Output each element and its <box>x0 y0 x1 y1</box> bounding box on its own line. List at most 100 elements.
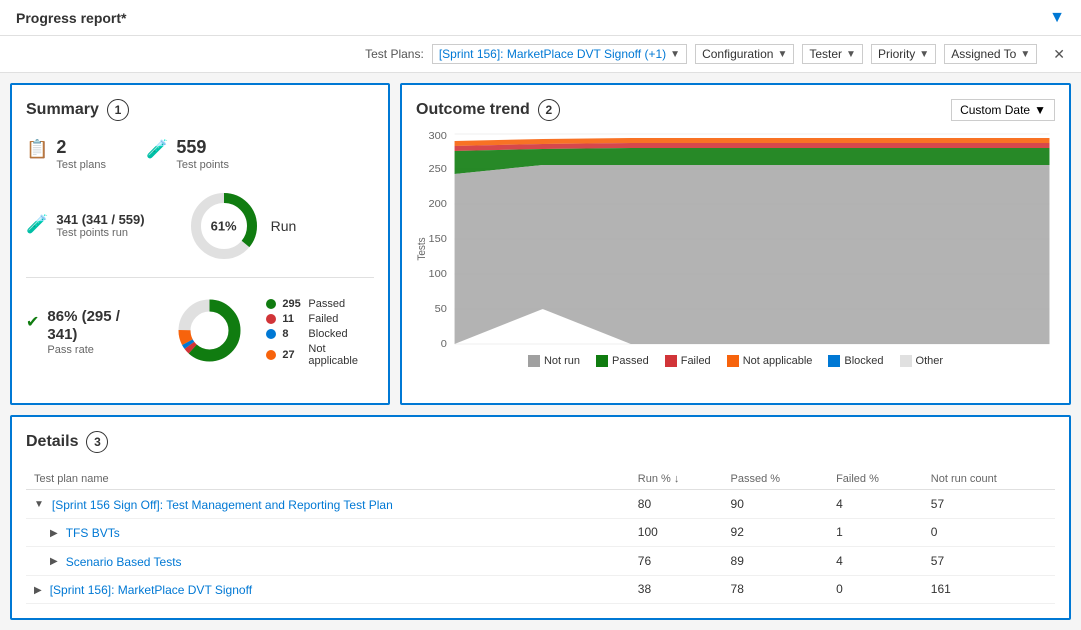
test-plans-value: [Sprint 156]: MarketPlace DVT Signoff (+… <box>439 47 666 61</box>
chart-legend-label: Blocked <box>844 355 883 367</box>
chart-legend-rect <box>596 355 608 367</box>
svg-text:300: 300 <box>428 130 447 141</box>
trend-chart: 0 50 100 150 200 250 300 Tests <box>416 129 1055 349</box>
row-name-link[interactable]: [Sprint 156]: MarketPlace DVT Signoff <box>50 583 252 597</box>
row-failed_pct-cell: 4 <box>828 490 923 519</box>
configuration-filter[interactable]: Configuration ▼ <box>695 44 794 64</box>
tester-chevron: ▼ <box>846 49 856 60</box>
details-number: 3 <box>86 431 108 453</box>
legend-dot <box>266 314 276 324</box>
svg-text:200: 200 <box>428 198 447 209</box>
details-panel: Details 3 Test plan nameRun % ↓Passed %F… <box>10 415 1071 620</box>
svg-text:Tests: Tests <box>416 237 428 260</box>
legend-count: 27 <box>282 349 302 361</box>
custom-date-button[interactable]: Custom Date ▼ <box>951 99 1055 121</box>
row-expand-icon[interactable]: ▶ <box>50 556 58 567</box>
outcome-header: Outcome trend 2 Custom Date ▼ <box>416 99 1055 121</box>
summary-bottom: ✔ 86% (295 / 341) Pass rate <box>26 298 374 367</box>
priority-filter[interactable]: Priority ▼ <box>871 44 936 64</box>
filter-bar: Test Plans: [Sprint 156]: MarketPlace DV… <box>0 36 1081 73</box>
details-column-header: Test plan name <box>26 469 630 490</box>
details-column-header: Not run count <box>923 469 1055 490</box>
legend-dot <box>266 329 276 339</box>
row-name-cell[interactable]: ▶ TFS BVTs <box>26 518 630 547</box>
custom-date-chevron: ▼ <box>1034 103 1046 117</box>
run-icon: 🧪 <box>26 214 48 235</box>
row-not_run-cell: 0 <box>923 518 1055 547</box>
assigned-to-filter[interactable]: Assigned To ▼ <box>944 44 1037 64</box>
tester-filter[interactable]: Tester ▼ <box>802 44 863 64</box>
row-expand-icon[interactable]: ▶ <box>50 528 58 539</box>
row-expand-icon[interactable]: ▶ <box>34 585 42 596</box>
chart-legend-item: Passed <box>596 355 649 367</box>
row-not_run-cell: 57 <box>923 547 1055 576</box>
chart-legend-item: Failed <box>665 355 711 367</box>
summary-title: Summary <box>26 101 99 119</box>
legend-count: 11 <box>282 313 302 325</box>
row-run_pct-cell: 76 <box>630 547 723 576</box>
top-row: Summary 1 📋 2 Test plans 🧪 559 Test poin… <box>10 83 1071 405</box>
configuration-label: Configuration <box>702 47 773 61</box>
row-passed_pct-cell: 90 <box>723 490 829 519</box>
summary-stats: 📋 2 Test plans 🧪 559 Test points <box>26 137 374 171</box>
legend-item: 8 Blocked <box>266 328 374 340</box>
row-run_pct-cell: 80 <box>630 490 723 519</box>
legend-label: Not applicable <box>308 343 374 367</box>
main-content: Summary 1 📋 2 Test plans 🧪 559 Test poin… <box>0 73 1081 630</box>
chart-legend-label: Not applicable <box>743 355 813 367</box>
legend-label: Failed <box>308 313 338 325</box>
row-passed_pct-cell: 78 <box>723 575 829 604</box>
svg-text:0: 0 <box>441 338 447 349</box>
svg-text:250: 250 <box>428 163 447 174</box>
pass-stat: ✔ 86% (295 / 341) Pass rate <box>26 308 149 356</box>
filter-close-button[interactable]: ✕ <box>1053 46 1065 63</box>
row-passed_pct-cell: 89 <box>723 547 829 576</box>
legend-dot <box>266 299 276 309</box>
legend-count: 8 <box>282 328 302 340</box>
row-passed_pct-cell: 92 <box>723 518 829 547</box>
chart-area: 0 50 100 150 200 250 300 Tests <box>416 129 1055 349</box>
app-title: Progress report* <box>16 10 126 26</box>
chart-legend-item: Not applicable <box>727 355 813 367</box>
row-name-link[interactable]: TFS BVTs <box>66 526 120 540</box>
summary-panel: Summary 1 📋 2 Test plans 🧪 559 Test poin… <box>10 83 390 405</box>
test-plans-chevron: ▼ <box>670 49 680 60</box>
svg-text:50: 50 <box>435 303 447 314</box>
test-plans-filter[interactable]: [Sprint 156]: MarketPlace DVT Signoff (+… <box>432 44 687 64</box>
row-expand-icon[interactable]: ▼ <box>34 499 44 510</box>
filter-icon[interactable]: ▼ <box>1049 9 1065 27</box>
row-name-cell[interactable]: ▶ [Sprint 156]: MarketPlace DVT Signoff <box>26 575 630 604</box>
run-label: Test points run <box>56 227 144 239</box>
test-points-label: Test points <box>176 159 229 171</box>
table-row: ▶ [Sprint 156]: MarketPlace DVT Signoff … <box>26 575 1055 604</box>
chart-legend-label: Not run <box>544 355 580 367</box>
details-table: Test plan nameRun % ↓Passed %Failed %Not… <box>26 469 1055 604</box>
row-failed_pct-cell: 1 <box>828 518 923 547</box>
test-points-count: 559 <box>176 137 229 159</box>
table-row: ▼ [Sprint 156 Sign Off]: Test Management… <box>26 490 1055 519</box>
chart-legend-item: Not run <box>528 355 580 367</box>
details-column-header: Failed % <box>828 469 923 490</box>
row-name-link[interactable]: [Sprint 156 Sign Off]: Test Management a… <box>52 498 393 512</box>
test-plans-label: Test plans <box>56 159 106 171</box>
chart-legend-rect <box>665 355 677 367</box>
pass-legend: 295 Passed 11 Failed 8 Blocked 27 Not ap… <box>266 298 374 367</box>
svg-text:100: 100 <box>428 268 447 279</box>
row-name-cell[interactable]: ▶ Scenario Based Tests <box>26 547 630 576</box>
chart-legend-rect <box>900 355 912 367</box>
pass-rate-label: Pass rate <box>47 344 149 356</box>
chart-legend-rect <box>727 355 739 367</box>
legend-item: 295 Passed <box>266 298 374 310</box>
chart-legend-item: Other <box>900 355 944 367</box>
legend-label: Passed <box>308 298 345 310</box>
priority-label: Priority <box>878 47 915 61</box>
svg-text:150: 150 <box>428 233 447 244</box>
legend-dot <box>266 350 276 360</box>
app-header: Progress report* ▼ <box>0 0 1081 36</box>
legend-item: 11 Failed <box>266 313 374 325</box>
row-name-link[interactable]: Scenario Based Tests <box>66 555 182 569</box>
row-not_run-cell: 161 <box>923 575 1055 604</box>
row-name-cell[interactable]: ▼ [Sprint 156 Sign Off]: Test Management… <box>26 490 630 519</box>
legend-count: 295 <box>282 298 302 310</box>
summary-middle: 🧪 341 (341 / 559) Test points run <box>26 191 374 278</box>
